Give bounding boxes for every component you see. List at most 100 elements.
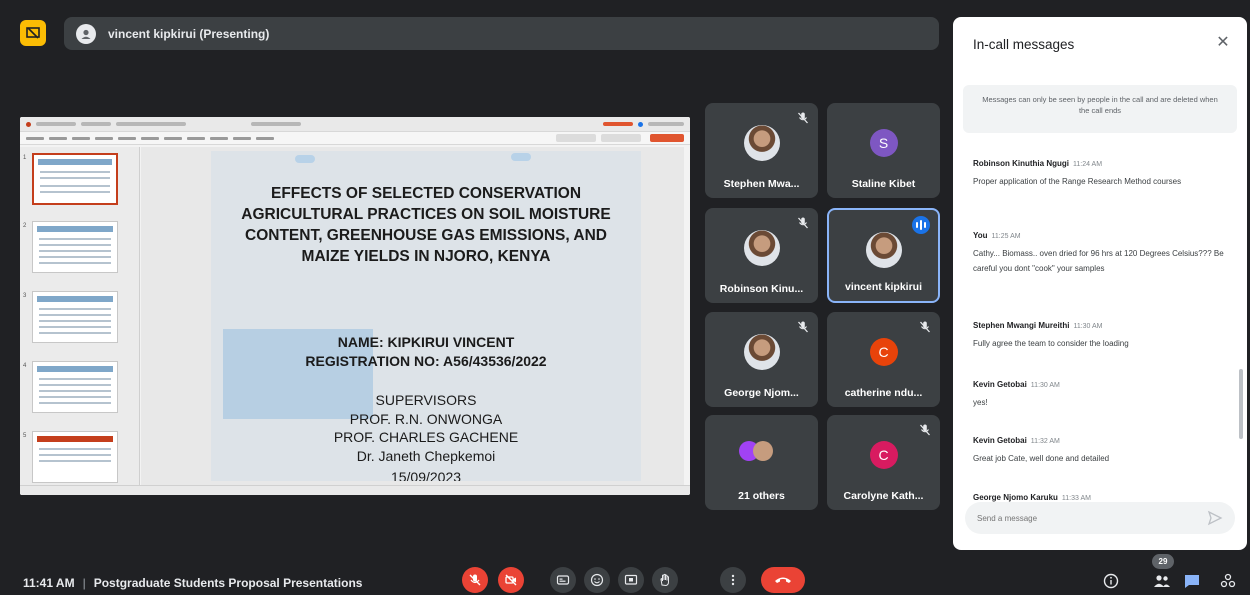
mic-off-icon bbox=[918, 423, 932, 437]
meeting-title: Postgraduate Students Proposal Presentat… bbox=[93, 576, 363, 590]
participant-count-badge: 29 bbox=[1152, 554, 1174, 569]
captions-button[interactable] bbox=[550, 567, 576, 593]
end-call-icon bbox=[775, 577, 791, 583]
send-icon[interactable] bbox=[1207, 510, 1223, 526]
slide-canvas: EFFECTS OF SELECTED CONSERVATION AGRICUL… bbox=[141, 147, 684, 485]
participant-tile[interactable]: vincent kipkirui bbox=[827, 208, 940, 303]
slide-thumbnails: 1 2 3 4 5 bbox=[20, 147, 140, 485]
in-call-messages-panel: In-call messages ✕ Messages can only be … bbox=[953, 17, 1247, 550]
speaking-indicator-icon bbox=[912, 216, 930, 234]
participant-tile[interactable]: 21 others bbox=[705, 415, 818, 510]
message-time: 11:30 AM bbox=[1030, 382, 1060, 389]
raise-hand-button[interactable] bbox=[652, 567, 678, 593]
participant-name: Staline Kibet bbox=[851, 178, 916, 190]
meeting-info: 11:41 AM | Postgraduate Students Proposal … bbox=[23, 576, 363, 590]
participant-name: catherine ndu... bbox=[844, 387, 923, 399]
people-icon bbox=[1154, 575, 1170, 587]
mic-off-icon bbox=[796, 320, 810, 334]
avatar: C bbox=[869, 338, 898, 366]
slide-date: 15/09/2023 bbox=[390, 469, 462, 481]
message-time: 11:24 AM bbox=[1072, 161, 1103, 168]
presenter-name: vincent kipkirui (Presenting) bbox=[108, 26, 270, 41]
participant-name: Stephen Mwa... bbox=[723, 178, 800, 190]
more-vert-icon bbox=[731, 574, 735, 586]
more-options-button[interactable] bbox=[720, 567, 746, 593]
chat-message: Stephen Mwangi Mureithi 11:30 AM Fully agr… bbox=[973, 315, 1233, 351]
slide-thumbnail[interactable] bbox=[32, 361, 118, 413]
reactions-button[interactable] bbox=[584, 567, 610, 593]
chat-icon bbox=[1185, 575, 1199, 588]
present-screen-icon bbox=[624, 574, 638, 585]
slide-thumbnail[interactable] bbox=[32, 431, 118, 483]
camera-off-button[interactable] bbox=[498, 567, 524, 593]
participant-tile[interactable]: George Njom... bbox=[705, 312, 818, 407]
mic-off-icon bbox=[918, 320, 932, 334]
camera-off-icon bbox=[505, 574, 517, 586]
message-sender: Kevin Getobai bbox=[973, 436, 1027, 445]
participant-tile[interactable]: Robinson Kinu... bbox=[705, 208, 818, 303]
participant-tile[interactable]: S Staline Kibet bbox=[827, 103, 940, 198]
presenting-icon[interactable] bbox=[20, 20, 46, 46]
others-avatars bbox=[739, 441, 783, 465]
message-input[interactable] bbox=[977, 513, 1187, 523]
close-icon[interactable]: ✕ bbox=[1213, 33, 1233, 53]
presenter-avatar bbox=[76, 23, 96, 44]
avatar: S bbox=[869, 129, 898, 157]
message-text: Proper application of the Range Research… bbox=[973, 177, 1182, 186]
powerpoint-statusbar bbox=[20, 485, 690, 495]
participant-name: vincent kipkirui bbox=[844, 281, 923, 293]
info-icon bbox=[1103, 573, 1119, 589]
slide-thumbnail[interactable] bbox=[32, 291, 118, 343]
message-text: Great job Cate, well done and detailed bbox=[973, 454, 1110, 463]
slide-student-name: NAME: KIPKIRUI VINCENT REGISTRATION NO: … bbox=[305, 334, 547, 369]
meet-window: vincent kipkirui (Presenting) 1 2 3 4 5 bbox=[0, 0, 1250, 595]
powerpoint-titlebar bbox=[20, 117, 690, 132]
message-time: 11:32 AM bbox=[1030, 438, 1060, 445]
mic-off-icon bbox=[796, 216, 810, 230]
slide-thumbnail[interactable] bbox=[32, 221, 118, 273]
participant-name: Robinson Kinu... bbox=[719, 283, 804, 295]
message-sender: Robinson Kinuthia Ngugi bbox=[973, 159, 1069, 168]
message-sender: Stephen Mwangi Mureithi bbox=[973, 321, 1070, 330]
participant-photo bbox=[743, 125, 780, 161]
slide-thumbnail[interactable] bbox=[32, 153, 118, 205]
present-screen-button[interactable] bbox=[618, 567, 644, 593]
mic-off-button[interactable] bbox=[462, 567, 488, 593]
participant-photo bbox=[865, 232, 902, 268]
message-input-box[interactable] bbox=[965, 502, 1235, 534]
slide-supervisors: SUPERVISORS PROF. R.N. ONWONGA PROF. CHA… bbox=[333, 392, 519, 464]
message-time: 11:33 AM bbox=[1061, 495, 1091, 502]
message-time: 11:30 AM bbox=[1073, 323, 1103, 330]
captions-icon bbox=[556, 575, 570, 585]
participant-tile[interactable]: Stephen Mwa... bbox=[705, 103, 818, 198]
participant-tile[interactable]: C Carolyne Kath... bbox=[827, 415, 940, 510]
leave-call-button[interactable] bbox=[761, 567, 805, 593]
message-sender: George Njomo Karuku bbox=[973, 493, 1058, 502]
chat-message: You 11:25 AM Cathy... Biomass.. oven dried… bbox=[973, 225, 1233, 276]
shared-screen[interactable]: 1 2 3 4 5 EFFECTS OF SELECTED CONSERVATI… bbox=[20, 117, 690, 495]
chat-notice: Messages can only be seen by people in t… bbox=[963, 85, 1237, 133]
meeting-details-button[interactable] bbox=[1101, 571, 1121, 591]
chat-scrollbar[interactable] bbox=[1239, 369, 1243, 439]
participant-tile[interactable]: Ccatherine ndu... bbox=[827, 312, 940, 407]
powerpoint-ribbon bbox=[20, 132, 690, 145]
current-slide: EFFECTS OF SELECTED CONSERVATION AGRICUL… bbox=[211, 151, 641, 481]
message-time: 11:25 AM bbox=[991, 233, 1021, 240]
participant-name: George Njom... bbox=[724, 387, 799, 399]
chat-message: Kevin Getobai 11:30 AM yes! bbox=[973, 374, 1233, 410]
avatar: C bbox=[869, 441, 898, 469]
message-list[interactable]: Robinson Kinuthia Ngugi 11:24 AM Proper ap… bbox=[973, 137, 1233, 502]
slide-title: EFFECTS OF SELECTED CONSERVATION AGRICUL… bbox=[241, 185, 611, 265]
people-button[interactable] bbox=[1152, 571, 1172, 591]
activities-button[interactable] bbox=[1218, 571, 1238, 591]
message-text: Cathy... Biomass.. oven dried for 96 hrs… bbox=[973, 249, 1224, 273]
chat-title: In-call messages bbox=[973, 37, 1075, 52]
message-text: Fully agree the team to consider the loa… bbox=[973, 339, 1129, 348]
participant-photo bbox=[743, 230, 780, 266]
participant-name: Carolyne Kath... bbox=[843, 490, 924, 502]
message-text: yes! bbox=[973, 398, 988, 407]
chat-button[interactable] bbox=[1182, 571, 1202, 591]
clock: 11:41 AM bbox=[23, 576, 75, 590]
participant-photo bbox=[743, 334, 780, 370]
chat-message: Kevin Getobai 11:32 AM Great job Cate, wel… bbox=[973, 430, 1233, 466]
